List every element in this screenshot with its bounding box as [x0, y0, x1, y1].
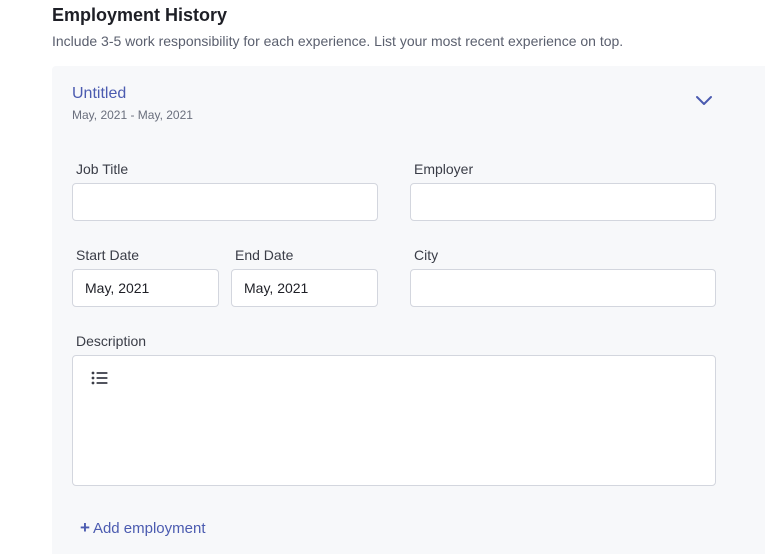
section-subtitle: Include 3-5 work responsibility for each… [52, 33, 624, 49]
city-input[interactable] [410, 269, 716, 307]
plus-icon: + [80, 518, 90, 537]
chevron-down-icon[interactable] [694, 93, 714, 107]
add-employment-label: Add employment [92, 520, 206, 537]
section-title: Employment History [52, 5, 228, 25]
description-textarea[interactable] [85, 396, 707, 480]
entry-dates: May, 2021 - May, 2021 [72, 108, 193, 122]
end-date-input[interactable] [231, 269, 378, 307]
employer-label: Employer [414, 161, 474, 177]
job-title-label: Job Title [76, 161, 129, 177]
start-date-label: Start Date [76, 247, 140, 263]
employer-input[interactable] [410, 183, 716, 221]
start-date-input[interactable] [72, 269, 219, 307]
job-title-input[interactable] [72, 183, 378, 221]
end-date-label: End Date [235, 247, 294, 263]
entry-title: Untitled [72, 85, 127, 102]
bulleted-list-icon[interactable] [91, 371, 109, 385]
employment-history-page: Employment History Include 3-5 work resp… [0, 0, 765, 554]
city-label: City [414, 247, 439, 263]
add-employment-button[interactable]: + Add employment [80, 518, 206, 539]
description-label: Description [76, 333, 147, 349]
entry-header-toggle[interactable]: Untitled May, 2021 - May, 2021 [72, 84, 722, 124]
description-editor[interactable] [72, 355, 716, 486]
employment-entry-card: Untitled May, 2021 - May, 2021 Job Title… [52, 66, 765, 554]
